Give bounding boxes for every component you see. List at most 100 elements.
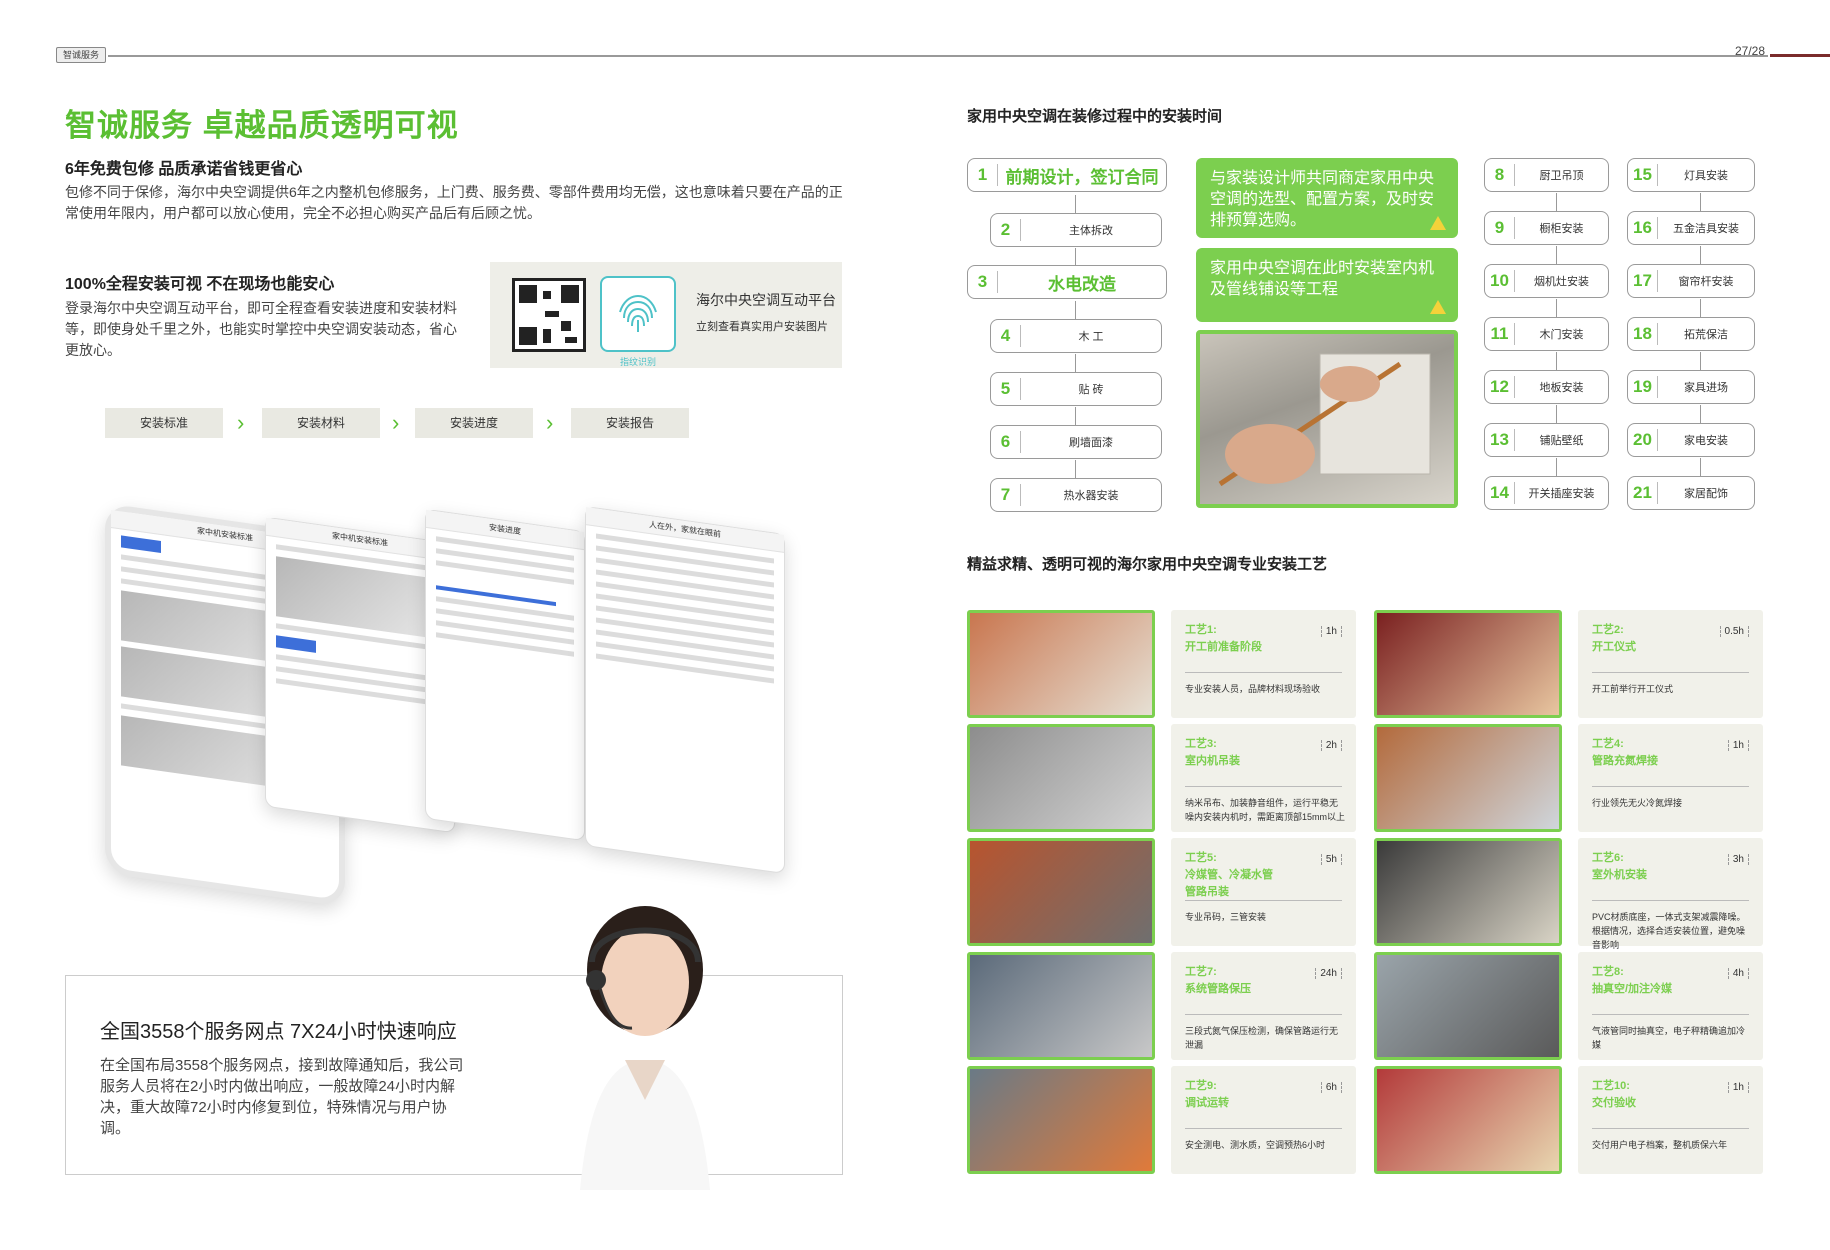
craft-photo (967, 838, 1155, 946)
service-heading: 全国3558个服务网点 7X24小时快速响应 (100, 1021, 457, 1043)
craft-hours: 24h (1315, 968, 1342, 979)
chevron-right-icon: › (546, 410, 554, 435)
visibility-heading: 100%全程安装可视 不在现场也能安心 (65, 276, 335, 293)
warning-icon (1430, 216, 1446, 230)
craft-hours: 3h (1727, 854, 1749, 865)
craft-photo (967, 724, 1155, 832)
craft-title: 工艺5: 冷媒管、冷凝水管 管路吊装 (1185, 852, 1273, 898)
phone-tab (121, 535, 161, 554)
install-photo (1196, 330, 1458, 508)
craft-card: 工艺6: 室外机安装 3h PVC材质底座，一体式支架减震降噪。根据情况，选择合适安… (1578, 838, 1763, 950)
craft-hours: 1h (1727, 740, 1749, 751)
craft-desc: 交付用户电子档案，整机质保六年 (1592, 1140, 1728, 1150)
craft-photo (1374, 1066, 1562, 1174)
header-rule (108, 55, 1768, 57)
callout-install: 家用中央空调在此时安装室内机及管线铺设等工程 (1196, 248, 1458, 322)
timeline-step: 2 主体拆改 (990, 213, 1162, 247)
timeline-step: 11 木门安装 (1484, 317, 1609, 351)
craft-desc: 三段式氮气保压检测，确保管路运行无泄漏 (1185, 1026, 1339, 1050)
craft-card: 工艺1: 开工前准备阶段 1h 专业安装人员，品牌材料现场验收 (1171, 610, 1356, 718)
craft-card: 工艺7: 系统管路保压 24h 三段式氮气保压检测，确保管路运行无泄漏 (1171, 952, 1356, 1060)
timeline-title: 家用中央空调在装修过程中的安装时间 (967, 108, 1223, 125)
timeline-step: 7 热水器安装 (990, 478, 1162, 512)
step-progress[interactable]: 安装进度 (415, 408, 533, 438)
chevron-right-icon: › (237, 410, 245, 435)
section-tag: 智诚服务 (56, 47, 106, 63)
craft-title: 工艺3: 室内机吊装 (1185, 738, 1240, 767)
craft-card: 工艺5: 冷媒管、冷凝水管 管路吊装 5h 专业吊码，三管安装 (1171, 838, 1356, 946)
phone-mockup-4: 人在外，家就在眼前 (585, 505, 785, 875)
timeline-step: 20 家电安装 (1627, 423, 1755, 457)
qr-code[interactable] (512, 278, 586, 352)
chevron-right-icon: › (392, 410, 400, 435)
timeline-step: 19 家具进场 (1627, 370, 1755, 404)
timeline-step: 4木 工 (990, 319, 1162, 353)
service-agent-image (520, 900, 770, 1190)
timeline-step: 14 开关插座安装 (1484, 476, 1609, 510)
craft-title: 精益求精、透明可视的海尔家用中央空调专业安装工艺 (967, 556, 1328, 573)
craft-hours: 0.5h (1719, 626, 1749, 637)
timeline-step: 6 刷墙面漆 (990, 425, 1162, 459)
timeline-step: 12 地板安装 (1484, 370, 1609, 404)
craft-title: 工艺2: 开工仪式 (1592, 624, 1636, 653)
timeline-step: 16 五金洁具安装 (1627, 211, 1755, 245)
craft-card: 工艺4: 管路充氮焊接 1h 行业领先无火冷氮焊接 (1578, 724, 1763, 832)
phone-title: 安装进度 (426, 509, 584, 551)
page-title: 智诚服务 卓越品质透明可视 (65, 108, 459, 143)
callout-design: 与家装设计师共同商定家用中央空调的选型、配置方案，及时安排预算选购。 (1196, 158, 1458, 238)
craft-photo (1374, 610, 1562, 718)
craft-title: 工艺4: 管路充氮焊接 (1592, 738, 1658, 767)
service-body: 在全国布局3558个服务网点，接到故障通知后，我公司服务人员将在2小时内做出响应… (100, 1057, 464, 1137)
timeline-step: 21 家居配饰 (1627, 476, 1755, 510)
warranty-body: 包修不同于保修，海尔中央空调提供6年之内整机包修服务，上门费、服务费、零部件费用… (65, 184, 843, 221)
timeline-step: 18 拓荒保洁 (1627, 317, 1755, 351)
craft-desc: 专业安装人员，品牌材料现场验收 (1185, 684, 1321, 694)
craft-hours: 4h (1727, 968, 1749, 979)
craft-card: 工艺8: 抽真空/加注冷媒 4h 气液管同时抽真空，电子秤精确追加冷媒 (1578, 952, 1763, 1060)
platform-subtitle: 立刻查看真实用户安装图片 (696, 321, 828, 333)
craft-card: 工艺10: 交付验收 1h 交付用户电子档案，整机质保六年 (1578, 1066, 1763, 1174)
craft-desc: 安全测电、测水质，空调预热6小时 (1185, 1140, 1326, 1150)
craft-hours: 6h (1320, 1082, 1342, 1093)
craft-title: 工艺7: 系统管路保压 (1185, 966, 1251, 995)
craft-desc: 气液管同时抽真空，电子秤精确追加冷媒 (1592, 1026, 1746, 1050)
step-materials[interactable]: 安装材料 (262, 408, 380, 438)
header-accent (1770, 54, 1830, 57)
page-number: 27/28 (1735, 44, 1766, 58)
timeline-step: 15 灯具安装 (1627, 158, 1755, 192)
craft-card: 工艺2: 开工仪式 0.5h 开工前举行开工仪式 (1578, 610, 1763, 718)
step-report[interactable]: 安装报告 (571, 408, 689, 438)
craft-photo (1374, 724, 1562, 832)
fingerprint-icon[interactable] (600, 276, 676, 352)
timeline-step: 10 烟机灶安装 (1484, 264, 1609, 298)
craft-photo (967, 952, 1155, 1060)
craft-desc: PVC材质底座，一体式支架减震降噪。根据情况，选择合适安装位置，避免噪音影响 (1592, 912, 1746, 950)
warning-icon (1430, 300, 1446, 314)
craft-hours: 5h (1320, 854, 1342, 865)
timeline-step: 1 前期设计，签订合同 (967, 158, 1167, 192)
craft-desc: 纳米吊布、加装静音组件，运行平稳无噪内安装内机时，需距离顶部15mm以上 (1185, 798, 1346, 822)
timeline-step: 8 厨卫吊顶 (1484, 158, 1609, 192)
platform-title: 海尔中央空调互动平台 (696, 292, 836, 308)
phone-mockup-3: 安装进度 (425, 508, 585, 842)
craft-hours: 2h (1320, 740, 1342, 751)
step-standard[interactable]: 安装标准 (105, 408, 223, 438)
craft-title: 工艺10: 交付验收 (1592, 1080, 1636, 1109)
timeline-step: 3 水电改造 (967, 265, 1167, 299)
craft-title: 工艺8: 抽真空/加注冷媒 (1592, 966, 1673, 995)
visibility-body: 登录海尔中央空调互动平台，即可全程查看安装进度和安装材料等，即使身处千里之外，也… (65, 300, 457, 358)
craft-title: 工艺6: 室外机安装 (1592, 852, 1647, 881)
craft-desc: 专业吊码，三管安装 (1185, 912, 1267, 922)
craft-hours: 1h (1727, 1082, 1749, 1093)
craft-card: 工艺3: 室内机吊装 2h 纳米吊布、加装静音组件，运行平稳无噪内安装内机时，需距离… (1171, 724, 1356, 832)
craft-title: 工艺1: 开工前准备阶段 (1185, 624, 1262, 653)
timeline-step: 17 窗帘杆安装 (1627, 264, 1755, 298)
craft-photo (967, 610, 1155, 718)
craft-photo (1374, 838, 1562, 946)
craft-hours: 1h (1320, 626, 1342, 637)
timeline-step: 5贴 砖 (990, 372, 1162, 406)
timeline-step: 9 橱柜安装 (1484, 211, 1609, 245)
craft-photo (967, 1066, 1155, 1174)
craft-photo (1374, 952, 1562, 1060)
timeline-step: 13 铺贴壁纸 (1484, 423, 1609, 457)
